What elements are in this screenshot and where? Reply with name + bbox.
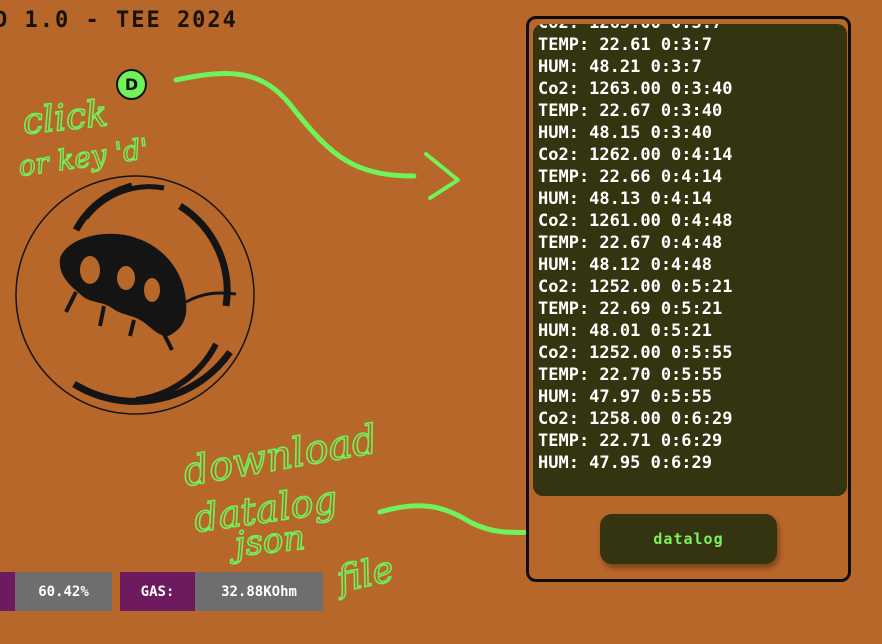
log-line: Co2: 1263.00 0:3:40: [538, 79, 733, 99]
sensor-log[interactable]: Co2: 1265.00 0:3:7TEMP: 22.61 0:3:7HUM: …: [533, 24, 847, 496]
humidity-value-badge: 60.42%: [15, 572, 112, 611]
click-hint-line1: click: [21, 93, 110, 143]
log-line: Co2: 1265.00 0:3:7: [538, 24, 847, 34]
download-hint-line4: file: [330, 549, 397, 602]
log-line: HUM: 48.21 0:3:7: [538, 57, 702, 77]
log-line: TEMP: 22.61 0:3:7: [538, 35, 712, 55]
gas-label-badge: GAS:: [120, 572, 195, 611]
log-lines: Co2: 1265.00 0:3:7TEMP: 22.61 0:3:7HUM: …: [538, 24, 847, 474]
log-line: HUM: 48.13 0:4:14: [538, 189, 712, 209]
log-line: TEMP: 22.69 0:5:21: [538, 299, 723, 319]
datalog-button[interactable]: datalog: [600, 514, 777, 564]
log-line: TEMP: 22.67 0:4:48: [538, 233, 723, 253]
app-title: D 1.0 - TEE 2024: [0, 8, 238, 33]
log-line: TEMP: 22.70 0:5:55: [538, 365, 723, 385]
humidity-label-badge: [0, 572, 15, 611]
log-line: Co2: 1262.00 0:4:14: [538, 145, 733, 165]
log-line: Co2: 1252.00 0:5:55: [538, 343, 733, 363]
log-line: TEMP: 22.71 0:6:29: [538, 431, 723, 451]
download-hint-line3: json: [226, 518, 307, 566]
arrow-to-datalog-icon: [377, 503, 551, 536]
download-d-button[interactable]: D: [116, 69, 147, 100]
log-line: Co2: 1261.00 0:4:48: [538, 211, 733, 231]
log-line: HUM: 48.15 0:3:40: [538, 123, 712, 143]
log-panel: Co2: 1265.00 0:3:7TEMP: 22.61 0:3:7HUM: …: [526, 16, 851, 582]
log-line: Co2: 1252.00 0:5:21: [538, 277, 733, 297]
log-line: TEMP: 22.67 0:3:40: [538, 101, 723, 121]
log-line: HUM: 48.12 0:4:48: [538, 255, 712, 275]
log-line: HUM: 48.01 0:5:21: [538, 321, 712, 341]
download-hint-line2: datalog: [191, 477, 340, 541]
log-line: Co2: 1258.00 0:6:29: [538, 409, 733, 429]
rat-seal-icon: [15, 175, 255, 415]
log-line: HUM: 47.95 0:6:29: [538, 453, 712, 473]
log-line: HUM: 47.97 0:5:55: [538, 387, 712, 407]
log-line: TEMP: 22.66 0:4:14: [538, 167, 723, 187]
download-hint-line1: download: [180, 417, 381, 496]
arrowhead-icon: [424, 152, 460, 200]
rat-seal-logo: [14, 174, 256, 416]
gas-value-badge: 32.88KOhm: [195, 572, 323, 611]
arrow-to-log-icon: [173, 71, 417, 179]
